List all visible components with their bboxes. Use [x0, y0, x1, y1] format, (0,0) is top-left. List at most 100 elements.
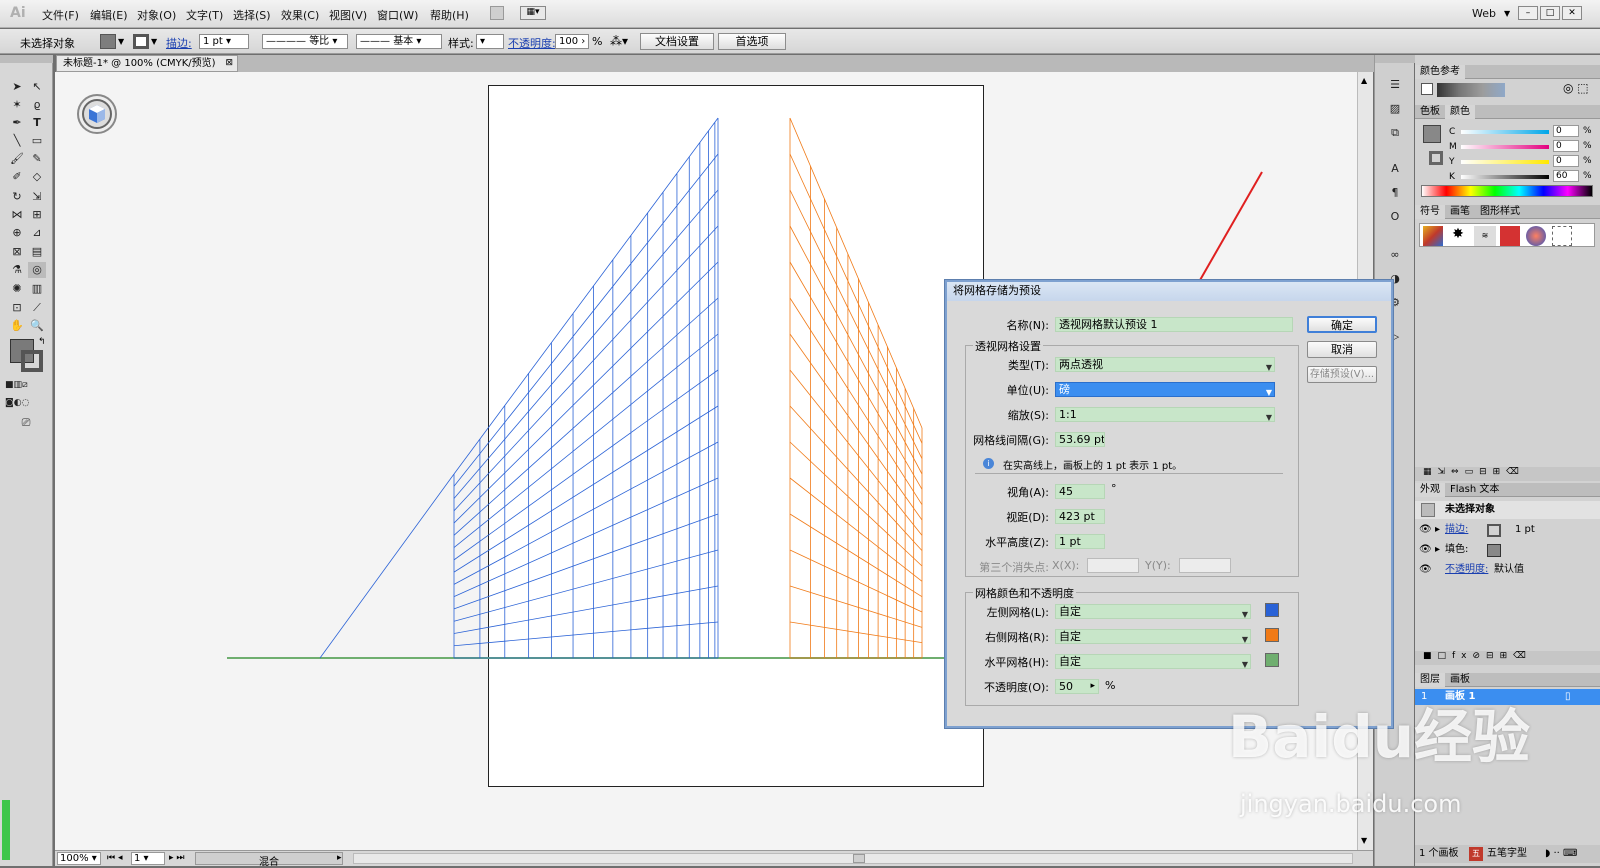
swatches-tab[interactable]: 色板 [1415, 105, 1445, 119]
eye-icon[interactable]: 👁 [1419, 541, 1432, 559]
width-tool-icon[interactable]: ⋈ [8, 207, 26, 223]
appearance-fill-label[interactable]: 填色: [1445, 541, 1468, 559]
stroke-label[interactable]: 描边: [166, 35, 192, 51]
symbol-cube-icon[interactable] [1423, 226, 1443, 246]
screen-mode-icon[interactable]: ⎚ [17, 415, 35, 431]
horizontal-grid-color-swatch[interactable] [1265, 653, 1279, 667]
links-panel-icon[interactable]: ∞ [1386, 247, 1404, 263]
pencil-icon[interactable]: ✎ [28, 151, 46, 167]
blend-tool-icon[interactable]: ◎ [28, 262, 46, 278]
symbol-ball-icon[interactable] [1526, 226, 1546, 246]
scroll-down-icon[interactable]: ▼ [1361, 836, 1367, 845]
perspective-grid-icon[interactable]: ⊿ [28, 225, 46, 241]
graph-tool-icon[interactable]: ▥ [28, 281, 46, 297]
chevron-down-icon[interactable]: ▼ [118, 37, 124, 46]
line-tool-icon[interactable]: ╲ [8, 133, 26, 149]
appearance-stroke-row[interactable]: 👁 ▸ 描边: 1 pt [1415, 521, 1600, 541]
opacity-arrow-icon[interactable]: ▸ [1090, 680, 1095, 693]
zoom-field[interactable]: 100% ▾ [57, 852, 101, 865]
cyan-slider[interactable] [1461, 130, 1549, 134]
chevron-down-icon[interactable]: ▼ [151, 37, 157, 46]
color-fill-box[interactable] [1423, 125, 1441, 143]
angle-input[interactable]: 45 [1055, 484, 1105, 499]
appearance-footer-icons[interactable]: ■□fx⊘⊟⊞⌫ [1415, 651, 1600, 665]
preferences-button[interactable]: 首选项 [718, 33, 786, 50]
expand-arrow-icon[interactable]: ▸ [1435, 521, 1440, 539]
appearance-tab[interactable]: 外观 [1415, 483, 1445, 497]
appearance-stroke-swatch[interactable] [1487, 524, 1501, 537]
graphic-style-dropdown[interactable]: ▾ [476, 34, 504, 49]
black-value[interactable]: 60 [1553, 170, 1579, 182]
symbol-sprayer-icon[interactable]: ✺ [8, 281, 26, 297]
rectangle-tool-icon[interactable]: ▭ [28, 133, 46, 149]
edit-colors-icon[interactable]: ◎ ⬚ [1563, 81, 1589, 95]
horizontal-scroll-thumb[interactable] [853, 854, 865, 863]
unit-dropdown[interactable]: 磅 ▼ [1055, 382, 1275, 397]
artboard[interactable] [488, 85, 984, 787]
scroll-up-icon[interactable]: ▲ [1361, 76, 1367, 85]
draw-mode-icon[interactable]: ◙◐◌ [5, 395, 29, 411]
artboard-tool-icon[interactable]: ⊡ [8, 300, 26, 316]
perspective-widget-icon[interactable] [77, 94, 117, 134]
type-dropdown[interactable]: 两点透视 ▼ [1055, 357, 1275, 372]
gridline-input[interactable]: 53.69 pt [1055, 432, 1105, 447]
slice-tool-icon[interactable]: ⟋ [28, 300, 46, 316]
appearance-opacity-row[interactable]: 👁 不透明度: 默认值 [1415, 561, 1600, 581]
selection-tool-icon[interactable]: ➤ [8, 79, 26, 95]
artboards-tab[interactable]: 画板 [1445, 673, 1475, 687]
maximize-button[interactable]: □ [1540, 6, 1560, 20]
ime-name[interactable]: 五笔字型 [1487, 845, 1527, 863]
eye-icon[interactable]: 👁 [1419, 521, 1432, 539]
eyedropper-icon[interactable]: ⚗ [8, 262, 26, 278]
magenta-value[interactable]: 0 [1553, 140, 1579, 152]
direct-selection-tool-icon[interactable]: ↖ [28, 79, 46, 95]
preset-name-input[interactable]: 透视网格默认预设 1 [1055, 317, 1293, 332]
horizontal-grid-dropdown[interactable]: 自定 ▼ [1055, 654, 1251, 669]
right-grid-color-swatch[interactable] [1265, 628, 1279, 642]
color-stroke-box[interactable] [1429, 151, 1443, 165]
symbol-frame-icon[interactable] [1552, 226, 1572, 246]
menu-help[interactable]: 帮助(H) [430, 7, 469, 23]
pen-tool-icon[interactable]: ✒ [8, 115, 26, 131]
hand-tool-icon[interactable]: ✋ [8, 318, 26, 334]
free-transform-icon[interactable]: ⊞ [28, 207, 46, 223]
document-setup-button[interactable]: 文档设置 [640, 33, 714, 50]
brushes-tab[interactable]: 画笔 [1445, 205, 1475, 219]
bridge-icon[interactable] [490, 6, 504, 20]
menu-effect[interactable]: 效果(C) [281, 7, 319, 23]
horizon-input[interactable]: 1 pt [1055, 534, 1105, 549]
align-panel-icon[interactable]: ☰ [1386, 77, 1404, 93]
close-icon[interactable]: ⊠ [225, 56, 233, 71]
layers-tab[interactable]: 图层 [1415, 673, 1445, 687]
expand-arrow-icon[interactable]: ▸ [1435, 541, 1440, 559]
menu-edit[interactable]: 编辑(E) [90, 7, 128, 23]
opacity-input[interactable]: 50 ▸ [1055, 679, 1099, 694]
eraser-icon[interactable]: ◇ [28, 169, 46, 185]
appearance-fill-row[interactable]: 👁 ▸ 填色: [1415, 541, 1600, 561]
ok-button[interactable]: 确定 [1307, 316, 1377, 333]
opacity-label[interactable]: 不透明度: [508, 35, 556, 51]
left-grid-dropdown[interactable]: 自定 ▼ [1055, 604, 1251, 619]
appearance-fill-swatch[interactable] [1487, 544, 1501, 557]
black-slider[interactable] [1461, 175, 1549, 179]
shape-builder-icon[interactable]: ⊕ [8, 225, 26, 241]
stroke-color-box[interactable] [21, 350, 43, 372]
gradient-tool-icon[interactable]: ▤ [28, 244, 46, 260]
symbol-fox-icon[interactable] [1500, 226, 1520, 246]
recolor-icon[interactable]: ⁂▾ [610, 34, 628, 48]
panel-grip[interactable] [1375, 55, 1415, 63]
status-mode[interactable]: 混合 [195, 852, 343, 868]
menu-view[interactable]: 视图(V) [329, 7, 367, 23]
ime-icon[interactable]: 五 [1469, 847, 1483, 861]
menu-window[interactable]: 窗口(W) [377, 7, 418, 23]
mesh-tool-icon[interactable]: ⊠ [8, 244, 26, 260]
magic-wand-icon[interactable]: ✶ [8, 97, 26, 113]
symbol-splat-icon[interactable]: ✸ [1448, 226, 1468, 246]
symbols-tab[interactable]: 符号 [1415, 205, 1445, 219]
pathfinder-icon[interactable]: ⧉ [1386, 125, 1404, 141]
yellow-slider[interactable] [1461, 160, 1549, 164]
opacity-field[interactable]: 100 › [555, 34, 589, 49]
chevron-down-icon[interactable]: ▼ [1504, 9, 1510, 18]
magenta-slider[interactable] [1461, 145, 1549, 149]
paragraph-panel-icon[interactable]: ¶ [1386, 185, 1404, 201]
